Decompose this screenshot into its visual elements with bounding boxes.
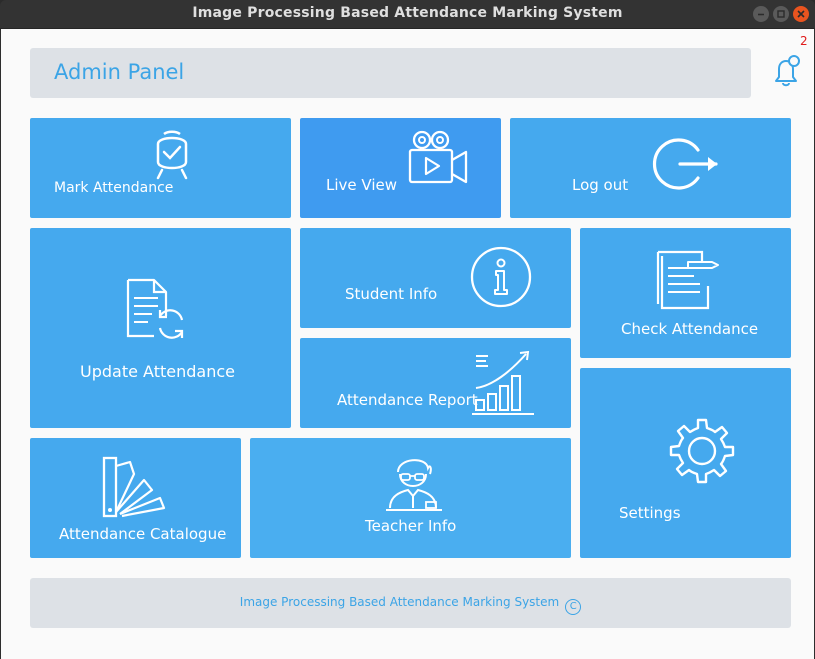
close-button[interactable] bbox=[793, 6, 809, 22]
check-attendance-label: Check Attendance bbox=[621, 320, 759, 338]
notification-bell-button[interactable] bbox=[766, 51, 806, 91]
window-title: Image Processing Based Attendance Markin… bbox=[192, 5, 623, 21]
attendance-catalogue-label: Attendance Catalogue bbox=[59, 525, 227, 543]
check-attendance-tile[interactable]: Check Attendance bbox=[580, 228, 791, 358]
minimize-icon bbox=[758, 13, 764, 16]
title-bar: Image Processing Based Attendance Markin… bbox=[0, 0, 815, 29]
footer-bar: Image Processing Based Attendance Markin… bbox=[30, 578, 791, 628]
info-icon bbox=[470, 246, 532, 308]
app-window: Image Processing Based Attendance Markin… bbox=[0, 0, 815, 659]
notification-count-badge: 2 bbox=[800, 34, 808, 48]
logout-icon bbox=[652, 132, 722, 196]
log-out-tile[interactable]: Log out bbox=[510, 118, 791, 218]
teacher-info-label: Teacher Info bbox=[365, 517, 457, 535]
student-info-label: Student Info bbox=[345, 285, 438, 303]
mark-attendance-label: Mark Attendance bbox=[54, 180, 174, 196]
teacher-info-tile[interactable]: Teacher Info bbox=[250, 438, 571, 558]
update-attendance-label: Update Attendance bbox=[80, 362, 235, 381]
settings-label: Settings bbox=[619, 504, 681, 522]
attendance-report-tile[interactable]: Attendance Report bbox=[300, 338, 571, 428]
live-view-tile[interactable]: Live View bbox=[300, 118, 501, 218]
footer-text-row: Image Processing Based Attendance Markin… bbox=[30, 595, 791, 615]
footer-text: Image Processing Based Attendance Markin… bbox=[239, 595, 560, 609]
teacher-icon bbox=[382, 454, 448, 520]
check-badge-icon bbox=[150, 128, 194, 182]
minimize-button[interactable] bbox=[753, 6, 769, 22]
document-pen-icon bbox=[654, 246, 720, 312]
close-icon bbox=[797, 10, 805, 18]
document-refresh-icon bbox=[124, 276, 190, 342]
maximize-icon bbox=[777, 10, 785, 18]
settings-tile[interactable]: Settings bbox=[580, 368, 791, 558]
maximize-button[interactable] bbox=[773, 6, 789, 22]
growth-chart-icon bbox=[472, 348, 536, 416]
attendance-report-label: Attendance Report bbox=[337, 391, 478, 409]
update-attendance-tile[interactable]: Update Attendance bbox=[30, 228, 291, 428]
admin-panel-header: Admin Panel bbox=[30, 48, 751, 98]
color-swatch-icon bbox=[100, 454, 176, 520]
attendance-catalogue-tile[interactable]: Attendance Catalogue bbox=[30, 438, 241, 558]
page-title: Admin Panel bbox=[54, 60, 185, 84]
bell-icon bbox=[775, 55, 800, 87]
mark-attendance-tile[interactable]: Mark Attendance bbox=[30, 118, 291, 218]
video-camera-icon bbox=[406, 128, 470, 190]
student-info-tile[interactable]: Student Info bbox=[300, 228, 571, 328]
log-out-label: Log out bbox=[572, 176, 629, 194]
gear-icon bbox=[667, 416, 737, 486]
live-view-label: Live View bbox=[326, 176, 397, 194]
main-content: Admin Panel 2 Mark Attendance Live View … bbox=[1, 29, 814, 659]
copyright-icon: C bbox=[565, 599, 582, 615]
